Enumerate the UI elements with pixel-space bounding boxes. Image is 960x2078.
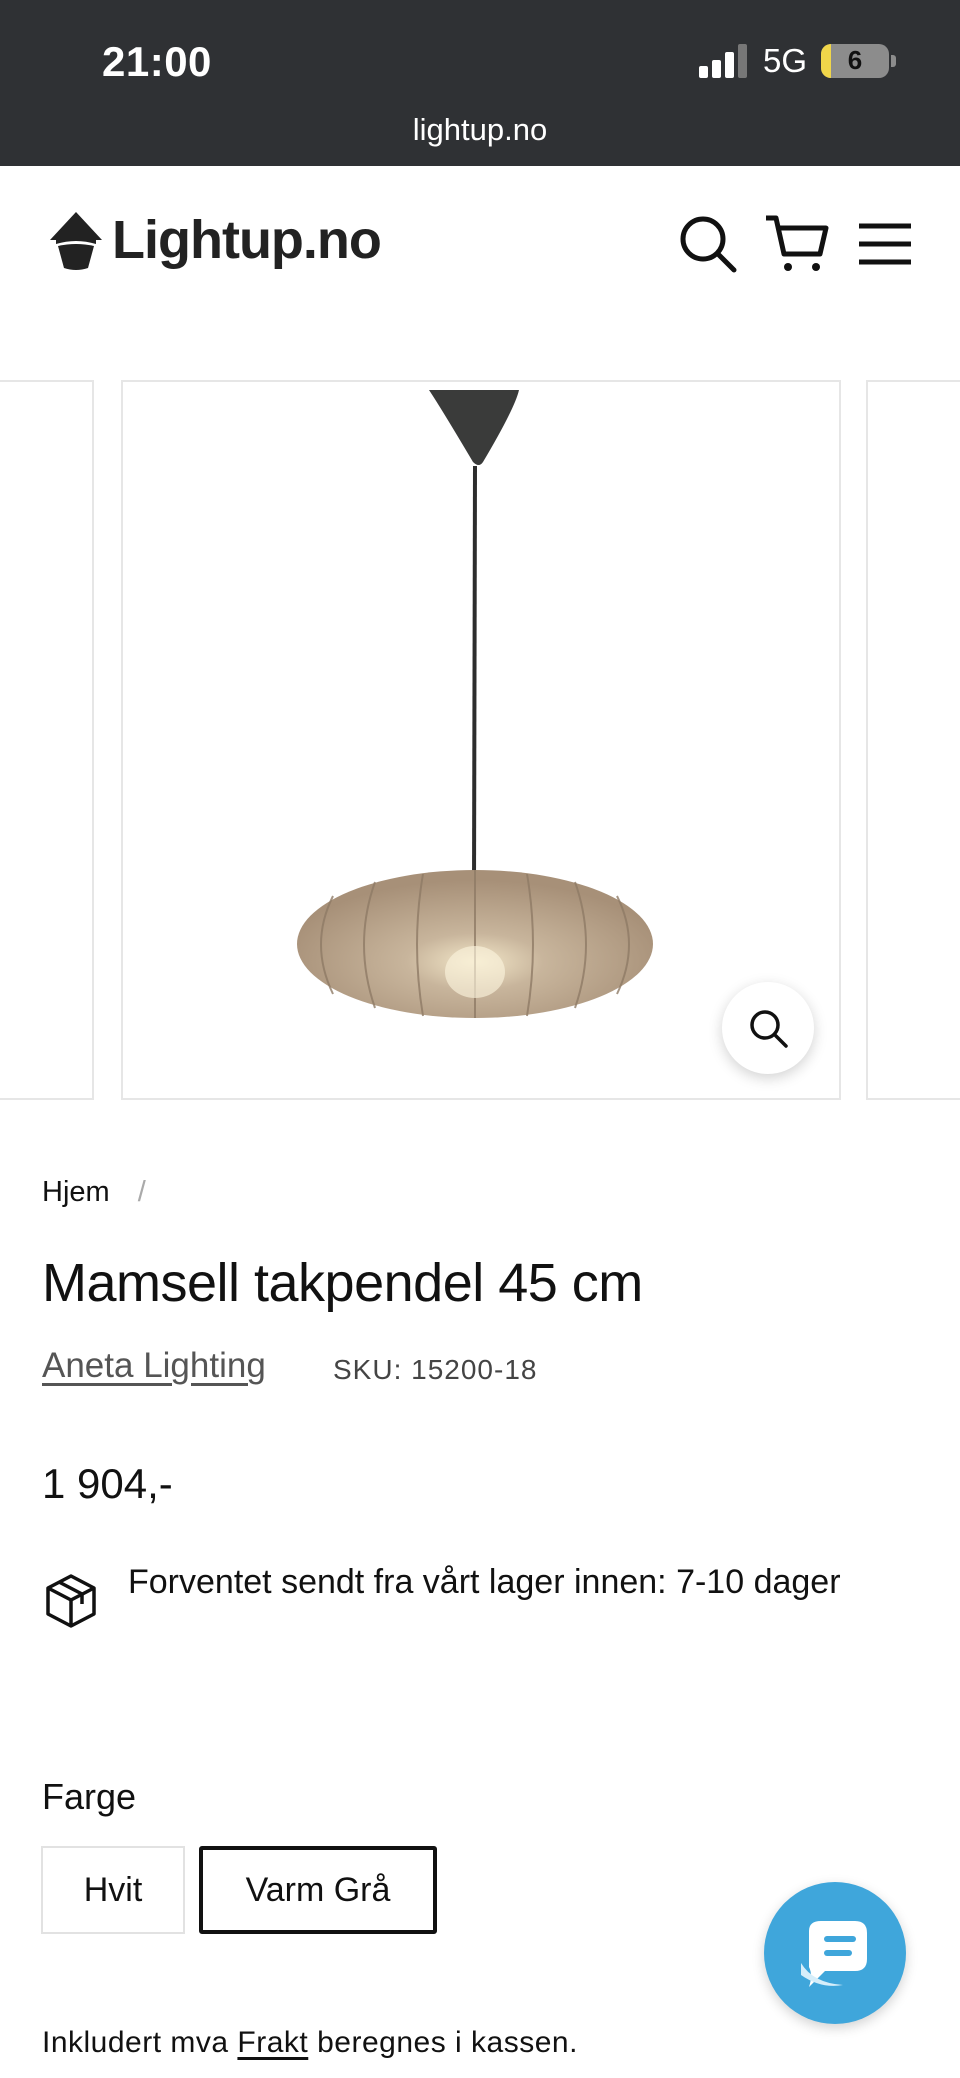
tax-prefix: Inkludert mva — [42, 2026, 229, 2059]
option-varm-gra[interactable]: Varm Grå — [199, 1846, 437, 1934]
status-indicators: 5G 6 — [698, 42, 896, 80]
breadcrumb: Hjem / — [42, 1176, 146, 1209]
shipping-link[interactable]: Frakt — [237, 2026, 308, 2059]
tax-suffix: beregnes i kassen. — [317, 2026, 578, 2059]
option-hvit[interactable]: Hvit — [41, 1846, 185, 1934]
breadcrumb-separator: / — [137, 1176, 146, 1208]
status-time: 21:00 — [102, 38, 212, 85]
product-title: Mamsell takpendel 45 cm — [42, 1253, 643, 1313]
browser-chrome: 21:00 5G 6 lightup.no — [0, 0, 960, 166]
package-icon — [46, 1574, 96, 1628]
menu-icon[interactable] — [855, 212, 919, 276]
zoom-button[interactable] — [722, 982, 814, 1074]
zoom-icon — [750, 1010, 788, 1048]
address-bar[interactable]: lightup.no — [0, 112, 960, 148]
battery-icon: 6 — [821, 44, 889, 78]
logo-text: Lightup.no — [112, 210, 382, 270]
site-logo[interactable]: Lightup.no — [44, 206, 382, 274]
battery-level: 6 — [847, 45, 863, 75]
vendor-link[interactable]: Aneta Lighting — [42, 1346, 266, 1386]
delivery-info: Forventet sendt fra vårt lager innen: 7-… — [42, 1556, 902, 1630]
tax-note: Inkludert mva Frakt beregnes i kassen. — [42, 2026, 578, 2060]
option-label: Farge — [42, 1776, 137, 1817]
signal-icon — [698, 44, 749, 78]
battery-tip — [891, 55, 896, 67]
search-icon[interactable] — [676, 212, 740, 276]
site-header: Lightup.no — [0, 166, 960, 316]
logo-mark-icon — [50, 212, 102, 270]
product-image — [297, 390, 653, 1018]
chat-button[interactable] — [764, 1882, 906, 2024]
delivery-text: Forventet sendt fra vårt lager innen: 7-… — [128, 1563, 841, 1601]
product-sku: SKU: 15200-18 — [333, 1354, 538, 1385]
gallery-slide-next[interactable] — [866, 380, 960, 1100]
network-type: 5G — [762, 42, 807, 79]
product-gallery[interactable] — [0, 380, 960, 1100]
gallery-slide-prev[interactable] — [0, 380, 94, 1100]
product-price: 1 904,- — [42, 1460, 173, 1507]
breadcrumb-home[interactable]: Hjem — [42, 1176, 110, 1208]
chat-icon — [801, 1921, 867, 1987]
cart-icon[interactable] — [762, 212, 829, 276]
gallery-slide-current[interactable] — [121, 380, 841, 1100]
